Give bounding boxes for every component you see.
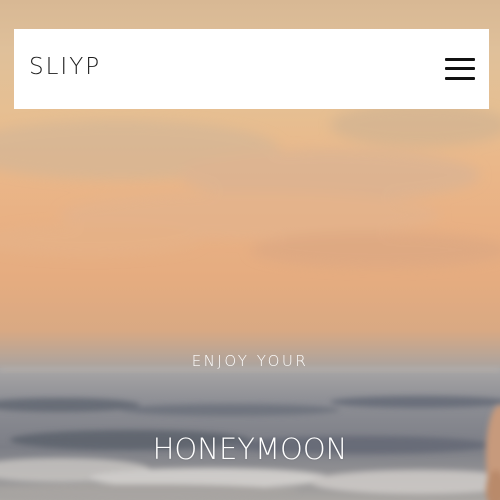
site-header: SLIYP (14, 29, 489, 109)
hero-headline: HONEYMOON (152, 432, 348, 466)
hamburger-menu-icon[interactable] (445, 56, 475, 82)
menu-bar-bottom (445, 77, 475, 80)
hero-eyebrow-text: ENJOY YOUR (191, 352, 309, 370)
hero-section: SLIYP ENJOY YOUR HONEYMOON (0, 0, 500, 500)
menu-bar-top (445, 58, 475, 61)
brand-logo[interactable]: SLIYP (29, 53, 101, 81)
menu-bar-middle (445, 67, 475, 70)
